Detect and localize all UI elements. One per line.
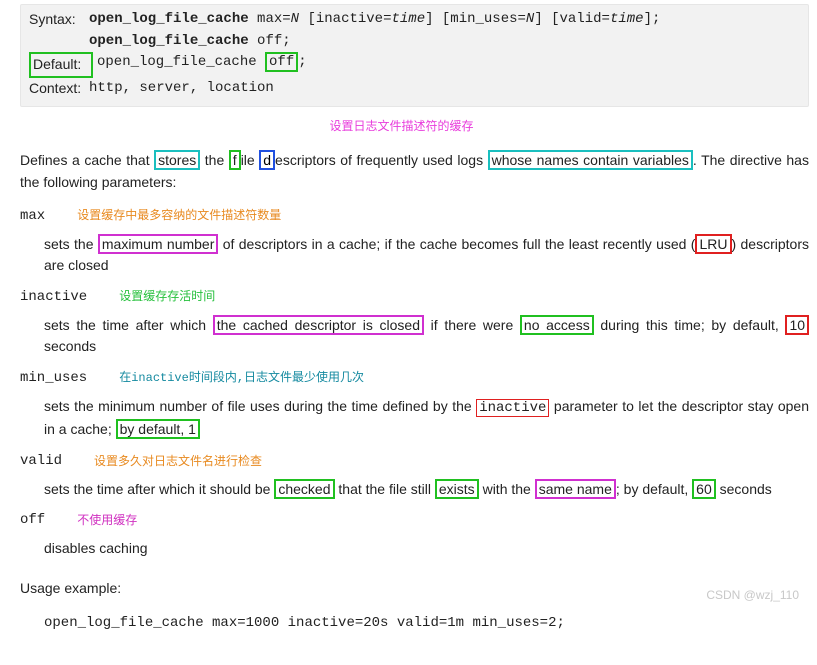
default-label: Default: — [29, 52, 93, 78]
param-max-name: max 设置缓存中最多容纳的文件描述符数量 — [20, 206, 809, 228]
hl-bydefault1: by default, 1 — [116, 419, 200, 439]
param-minuses-name: min_uses 在inactive时间段内,日志文件最少使用几次 — [20, 368, 809, 390]
directive-name: open_log_file_cache — [89, 11, 249, 27]
hl-10: 10 — [785, 315, 809, 335]
param-valid-desc: sets the time after which it should be c… — [44, 479, 809, 501]
hl-exists: exists — [435, 479, 479, 499]
param-max-desc: sets the maximum number of descriptors i… — [44, 234, 809, 277]
annotation-valid: 设置多久对日志文件名进行检查 — [90, 453, 262, 472]
hl-whose: whose names contain variables — [488, 150, 693, 170]
param-valid-name: valid 设置多久对日志文件名进行检查 — [20, 451, 809, 473]
hl-60: 60 — [692, 479, 716, 499]
param-off-desc: disables caching — [44, 538, 809, 560]
param-inactive-name: inactive 设置缓存存活时间 — [20, 287, 809, 309]
hl-inactive-code: inactive — [476, 399, 549, 417]
param-off-name: off 不使用缓存 — [20, 510, 809, 532]
parameter-list: max 设置缓存中最多容纳的文件描述符数量 sets the maximum n… — [20, 206, 809, 560]
syntax-code: open_log_file_cache max=N [inactive=time… — [89, 9, 660, 52]
syntax-row: Syntax: open_log_file_cache max=N [inact… — [29, 9, 800, 52]
hl-f: f — [229, 150, 241, 170]
annotation-off: 不使用缓存 — [73, 512, 137, 531]
context-label: Context: — [29, 78, 89, 100]
hl-noaccess: no access — [520, 315, 594, 335]
default-code: open_log_file_cache off; — [97, 52, 307, 74]
syntax-label: Syntax: — [29, 9, 89, 31]
directive-name: open_log_file_cache — [89, 33, 249, 49]
hl-stores: stores — [154, 150, 200, 170]
annotation-max: 设置缓存中最多容纳的文件描述符数量 — [73, 207, 281, 226]
hl-cached: the cached descriptor is closed — [213, 315, 424, 335]
directive-syntax-box: Syntax: open_log_file_cache max=N [inact… — [20, 4, 809, 107]
param-inactive-desc: sets the time after which the cached des… — [44, 315, 809, 358]
annotation-title: 设置日志文件描述符的缓存 — [325, 119, 473, 133]
hl-d: d — [259, 150, 275, 170]
default-off: off — [265, 52, 298, 72]
intro-paragraph: Defines a cache that stores the file des… — [20, 150, 809, 193]
usage-example: open_log_file_cache max=1000 inactive=20… — [44, 613, 809, 635]
param-minuses-desc: sets the minimum number of file uses dur… — [44, 396, 809, 441]
hl-samename: same name — [535, 479, 616, 499]
annotation-inactive: 设置缓存存活时间 — [115, 288, 215, 307]
hl-checked: checked — [274, 479, 334, 499]
default-row: Default: open_log_file_cache off; — [29, 52, 800, 78]
hl-maxnum: maximum number — [98, 234, 219, 254]
hl-lru: LRU — [695, 234, 731, 254]
annotation-minuses: 在inactive时间段内,日志文件最少使用几次 — [115, 369, 364, 388]
context-value: http, server, location — [89, 78, 274, 100]
usage-title: Usage example: — [20, 578, 809, 600]
context-row: Context: http, server, location — [29, 78, 800, 100]
